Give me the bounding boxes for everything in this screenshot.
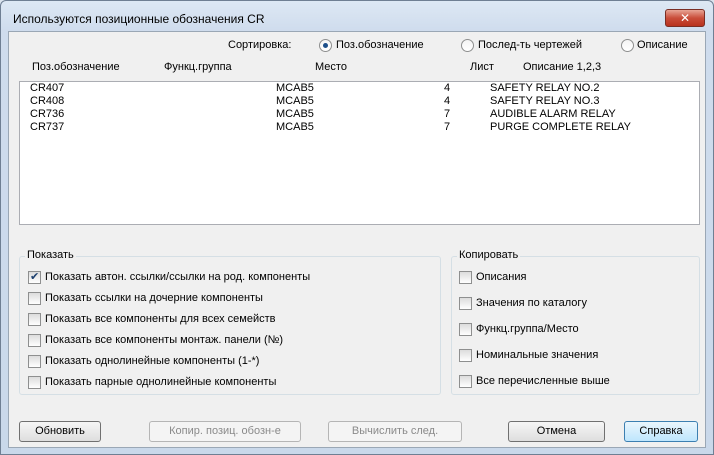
row-location: MCAB5 [276,121,314,133]
copy-group-title: Копировать [457,249,521,261]
title-bar[interactable]: Используются позиционные обозначения CR … [1,1,713,31]
row-location: MCAB5 [276,108,314,120]
show-checkbox-oneline[interactable] [28,355,41,368]
close-icon: ✕ [679,11,691,25]
copy-checkbox-all[interactable] [459,375,472,388]
copy-checkbox-group-location-label[interactable]: Функц.группа/Место [476,323,579,335]
row-description: PURGE COMPLETE RELAY [490,121,631,133]
show-checkbox-child-refs[interactable] [28,292,41,305]
show-checkbox-parent-refs[interactable]: ✔ [28,271,41,284]
row-tag: CR736 [30,108,65,120]
copy-tag-button[interactable]: Копир. позиц. обозн-е [149,421,301,442]
copy-checkbox-descriptions[interactable] [459,271,472,284]
row-description: SAFETY RELAY NO.3 [490,95,600,107]
copy-checkbox-descriptions-label[interactable]: Описания [476,271,526,283]
show-checkbox-paired-oneline-label[interactable]: Показать парные однолинейные компоненты [45,376,276,388]
show-group-title: Показать [25,249,76,261]
row-description: SAFETY RELAY NO.2 [490,82,600,94]
show-checkbox-panel-components[interactable] [28,334,41,347]
list-row[interactable]: CR737 MCAB5 7 PURGE COMPLETE RELAY [20,121,699,134]
dialog-window: Используются позиционные обозначения CR … [0,0,714,455]
copy-checkbox-ratings[interactable] [459,349,472,362]
copy-checkbox-all-label[interactable]: Все перечисленные выше [476,375,610,387]
copy-checkbox-catalog-label[interactable]: Значения по каталогу [476,297,587,309]
row-description: AUDIBLE ALARM RELAY [490,108,616,120]
sort-radio-description[interactable] [621,39,634,52]
sort-radio-description-label[interactable]: Описание [637,39,688,51]
show-checkbox-panel-components-label[interactable]: Показать все компоненты монтаж. панели (… [45,334,283,346]
column-header-description[interactable]: Описание 1,2,3 [523,61,601,73]
column-header-sheet[interactable]: Лист [470,61,494,73]
sort-radio-tag[interactable] [319,39,332,52]
row-sheet: 4 [444,95,451,107]
window-title: Используются позиционные обозначения CR [13,12,265,26]
show-checkbox-oneline-label[interactable]: Показать однолинейные компоненты (1-*) [45,355,259,367]
list-row[interactable]: CR736 MCAB5 7 AUDIBLE ALARM RELAY [20,108,699,121]
calculate-next-button[interactable]: Вычислить след. [328,421,462,442]
sort-radio-sequence-label[interactable]: Послед-ть чертежей [478,39,582,51]
checkmark-icon: ✔ [30,271,40,283]
column-header-location[interactable]: Место [315,61,347,73]
copy-checkbox-group-location[interactable] [459,323,472,336]
close-button[interactable]: ✕ [665,9,705,27]
row-tag: CR407 [30,82,65,94]
cancel-button[interactable]: Отмена [508,421,605,442]
show-checkbox-all-families-label[interactable]: Показать все компоненты для всех семейст… [45,313,276,325]
sort-radio-sequence[interactable] [461,39,474,52]
dialog-content: Сортировка: Поз.обозначение Послед-ть че… [8,31,706,448]
column-header-group[interactable]: Функц.группа [164,61,232,73]
show-checkbox-paired-oneline[interactable] [28,376,41,389]
sort-radio-tag-label[interactable]: Поз.обозначение [336,39,424,51]
row-tag: CR737 [30,121,65,133]
copy-checkbox-catalog[interactable] [459,297,472,310]
row-tag: CR408 [30,95,65,107]
show-checkbox-all-families[interactable] [28,313,41,326]
row-sheet: 4 [444,82,451,94]
component-list[interactable]: CR407 MCAB5 4 SAFETY RELAY NO.2 CR408 MC… [19,81,700,225]
show-checkbox-child-refs-label[interactable]: Показать ссылки на дочерние компоненты [45,292,263,304]
list-row[interactable]: CR408 MCAB5 4 SAFETY RELAY NO.3 [20,95,699,108]
copy-checkbox-ratings-label[interactable]: Номинальные значения [476,349,598,361]
sort-label: Сортировка: [228,39,292,51]
column-header-tag[interactable]: Поз.обозначение [32,61,120,73]
row-location: MCAB5 [276,82,314,94]
row-sheet: 7 [444,108,451,120]
row-sheet: 7 [444,121,451,133]
refresh-button[interactable]: Обновить [19,421,101,442]
help-button[interactable]: Справка [624,421,698,442]
list-row[interactable]: CR407 MCAB5 4 SAFETY RELAY NO.2 [20,82,699,95]
show-checkbox-parent-refs-label[interactable]: Показать автон. ссылки/ссылки на род. ко… [45,271,310,283]
row-location: MCAB5 [276,95,314,107]
